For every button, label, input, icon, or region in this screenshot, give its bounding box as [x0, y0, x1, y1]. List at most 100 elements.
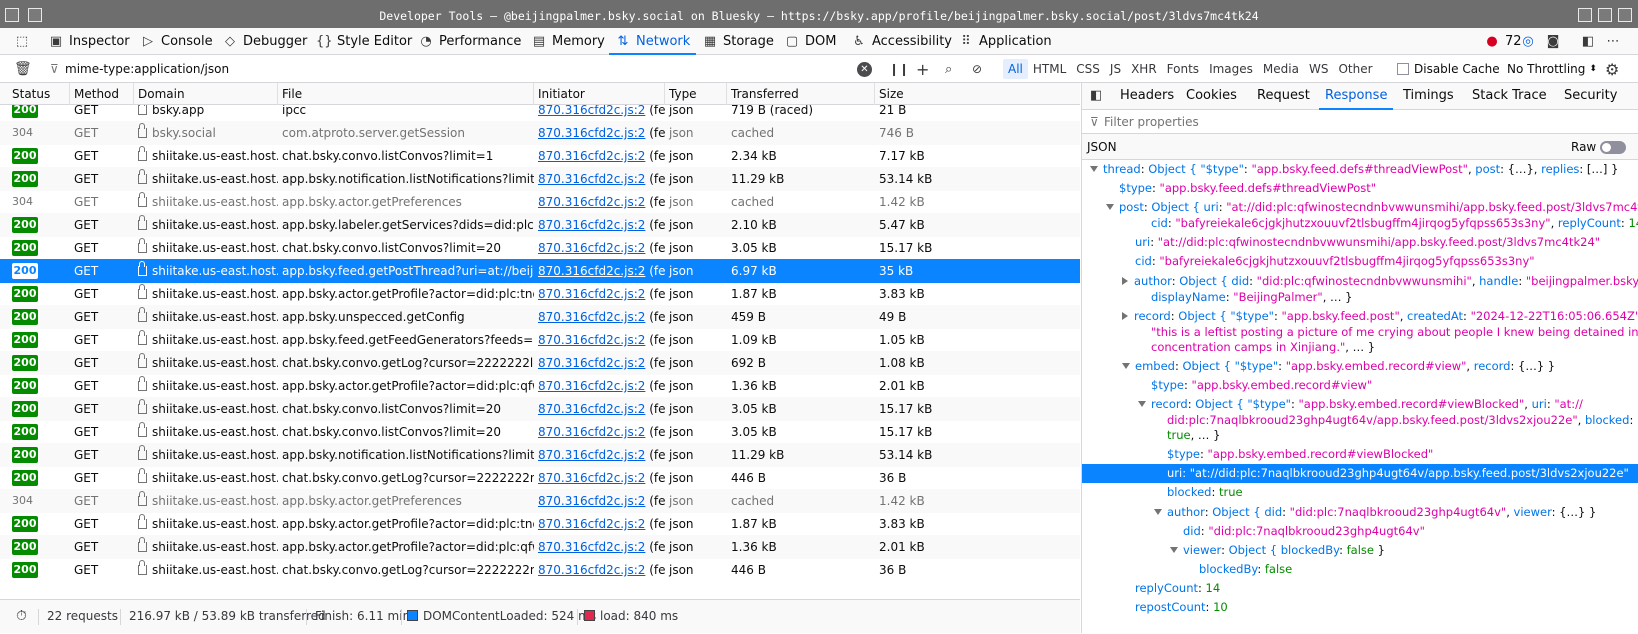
table-row[interactable]: 304 GET shiitake.us-east.host.... app.bsky.…: [0, 489, 1080, 513]
json-tree-row[interactable]: blockedBy: false: [1082, 560, 1638, 579]
type-filter-ws[interactable]: WS: [1304, 59, 1333, 79]
tab-style-editor[interactable]: {} Style Editor: [316, 28, 412, 55]
chevron-down-icon[interactable]: [1154, 509, 1162, 515]
json-tree-row[interactable]: concentration camps in Xinjiang.", … }: [1082, 338, 1638, 357]
tab-stack-trace[interactable]: Stack Trace: [1472, 83, 1547, 110]
table-row[interactable]: 200 GET shiitake.us-east.host.... chat.bsky…: [0, 397, 1080, 421]
performance-analysis-button[interactable]: ⏱: [16, 600, 27, 634]
type-filter-images[interactable]: Images: [1204, 59, 1258, 79]
tab-network[interactable]: ⇅ Network: [608, 28, 697, 55]
table-row[interactable]: 200 GET shiitake.us-east.host.... app.bsky.…: [0, 535, 1080, 559]
tab-accessibility[interactable]: ♿ Accessibility: [851, 28, 952, 55]
type-filter-html[interactable]: HTML: [1028, 59, 1071, 79]
tab-request[interactable]: Request: [1257, 83, 1310, 110]
initiator-link[interactable]: 870.316cfd2c.js:2: [538, 105, 645, 117]
tab-response[interactable]: Response: [1318, 83, 1394, 110]
more-options-button[interactable]: ⋯: [1605, 28, 1621, 55]
disable-cache-toggle[interactable]: Disable Cache: [1397, 55, 1500, 83]
tab-performance[interactable]: ◔ Performance: [418, 28, 521, 55]
chevron-down-icon[interactable]: [1090, 166, 1098, 172]
screenshot-button[interactable]: ◙: [1545, 28, 1561, 55]
json-tree-row[interactable]: true, … }: [1082, 426, 1638, 445]
json-tree-row[interactable]: blocked: true: [1082, 483, 1638, 502]
tab-memory[interactable]: ▤ Memory: [531, 28, 605, 55]
type-filter-js[interactable]: JS: [1105, 59, 1126, 79]
json-tree-row-selected[interactable]: uri: "at://did:plc:7naqlbkrooud23ghp4ugt…: [1082, 464, 1638, 483]
filter-properties[interactable]: ⊽ Filter properties: [1082, 110, 1638, 134]
maximize-button[interactable]: [1598, 8, 1612, 22]
tab-dom[interactable]: ▢ DOM: [784, 28, 837, 55]
initiator-link[interactable]: 870.316cfd2c.js:2: [538, 264, 645, 278]
json-tree-row[interactable]: embed: Object { "$type": "app.bsky.embed…: [1082, 357, 1638, 376]
json-tree-row[interactable]: author: Object { did: "did:plc:7naqlbkro…: [1082, 503, 1638, 522]
table-row[interactable]: 200 GET shiitake.us-east.host.... app.bsky.…: [0, 213, 1080, 237]
json-tree-row[interactable]: viewer: Object { blockedBy: false }: [1082, 541, 1638, 560]
table-row[interactable]: 200 GET shiitake.us-east.host.... app.bsky.…: [0, 305, 1080, 329]
initiator-link[interactable]: 870.316cfd2c.js:2: [538, 287, 645, 301]
tab-inspector[interactable]: ▣ Inspector: [48, 28, 130, 55]
search-button[interactable]: ⌕: [945, 55, 952, 83]
json-tree-row[interactable]: did: "did:plc:7naqlbkrooud23ghp4ugt64v": [1082, 522, 1638, 541]
chevron-down-icon[interactable]: [1170, 547, 1178, 553]
minimize-button[interactable]: [1578, 8, 1592, 22]
error-count[interactable]: ● 72: [1484, 28, 1521, 55]
network-settings-button[interactable]: ⚙: [1605, 55, 1619, 83]
initiator-link[interactable]: 870.316cfd2c.js:2: [538, 540, 645, 554]
add-request-button[interactable]: +: [916, 55, 929, 83]
initiator-link[interactable]: 870.316cfd2c.js:2: [538, 563, 645, 577]
dock-button[interactable]: ◧: [1580, 28, 1596, 55]
table-row[interactable]: 200 GET shiitake.us-east.host.... chat.bsky…: [0, 558, 1080, 582]
type-filter-media[interactable]: Media: [1258, 59, 1304, 79]
column-size[interactable]: Size: [875, 83, 1080, 105]
json-tree-row[interactable]: repostCount: 10: [1082, 598, 1638, 617]
column-domain[interactable]: Domain: [134, 83, 278, 105]
tab-headers[interactable]: Headers: [1120, 83, 1174, 110]
table-row[interactable]: 200 GET shiitake.us-east.host.... chat.bsky…: [0, 236, 1080, 260]
initiator-link[interactable]: 870.316cfd2c.js:2: [538, 333, 645, 347]
type-filter-fonts[interactable]: Fonts: [1162, 59, 1204, 79]
tab-security[interactable]: Security: [1564, 83, 1617, 110]
column-initiator[interactable]: Initiator: [534, 83, 665, 105]
table-row[interactable]: 200 GET shiitake.us-east.host.... chat.bsky…: [0, 466, 1080, 490]
table-row[interactable]: 200 GET shiitake.us-east.host.... chat.bsky…: [0, 351, 1080, 375]
initiator-link[interactable]: 870.316cfd2c.js:2: [538, 149, 645, 163]
tab-timings[interactable]: Timings: [1403, 83, 1454, 110]
chevron-right-icon[interactable]: [1122, 277, 1128, 285]
table-row[interactable]: 200 GET shiitake.us-east.host.... app.bsky.…: [0, 259, 1080, 283]
table-row[interactable]: 200 GET shiitake.us-east.host.... app.bsky.…: [0, 512, 1080, 536]
initiator-link[interactable]: 870.316cfd2c.js:2: [538, 517, 645, 531]
initiator-link[interactable]: 870.316cfd2c.js:2: [538, 402, 645, 416]
throttling-select[interactable]: No Throttling ⬍: [1507, 55, 1597, 83]
clear-button[interactable]: 🗑: [14, 55, 32, 83]
checkbox[interactable]: [1397, 63, 1409, 75]
json-tree-row[interactable]: $type: "app.bsky.feed.defs#threadViewPos…: [1082, 179, 1638, 198]
json-tree-row[interactable]: thread: Object { "$type": "app.bsky.feed…: [1082, 160, 1638, 179]
tab-console[interactable]: ▷ Console: [140, 28, 213, 55]
json-tree-row[interactable]: uri: "at://did:plc:qfwinostecndnbvwwunsm…: [1082, 233, 1638, 252]
table-row[interactable]: 304 GET bsky.social com.atproto.server.getS…: [0, 121, 1080, 145]
initiator-link[interactable]: 870.316cfd2c.js:2: [538, 448, 645, 462]
chevron-right-icon[interactable]: [1122, 312, 1128, 320]
tab-application[interactable]: ⠿ Application: [958, 28, 1051, 55]
column-file[interactable]: File: [278, 83, 534, 105]
clear-filter-button[interactable]: ✕: [857, 55, 872, 83]
initiator-link[interactable]: 870.316cfd2c.js:2: [538, 126, 645, 140]
json-tree-row[interactable]: cid: "bafyreiekale6cjgkjhutzxouuvf2tlsbu…: [1082, 214, 1638, 233]
tab-cookies[interactable]: Cookies: [1186, 83, 1237, 110]
column-status[interactable]: Status: [8, 83, 70, 105]
filter-properties-input[interactable]: Filter properties: [1104, 115, 1199, 129]
table-row[interactable]: 200 GET shiitake.us-east.host.... chat.bsky…: [0, 420, 1080, 444]
json-tree-row[interactable]: $type: "app.bsky.embed.record#viewBlocke…: [1082, 445, 1638, 464]
chevron-down-icon[interactable]: [1122, 363, 1130, 369]
block-button[interactable]: ⊘: [972, 55, 982, 83]
json-tree-row[interactable]: cid: "bafyreiekale6cjgkjhutzxouuvf2tlsbu…: [1082, 252, 1638, 271]
url-filter-input[interactable]: mime-type:application/json: [65, 55, 229, 83]
responsive-mode-button[interactable]: ◎: [1520, 28, 1536, 55]
toggle-sidebar-button[interactable]: ◧: [1090, 83, 1102, 110]
table-row[interactable]: 200 GET shiitake.us-east.host.... app.bsky.…: [0, 167, 1080, 191]
chevron-down-icon[interactable]: [1106, 204, 1114, 210]
initiator-link[interactable]: 870.316cfd2c.js:2: [538, 494, 645, 508]
chevron-down-icon[interactable]: [1138, 401, 1146, 407]
pick-element-button[interactable]: ⬚: [14, 28, 30, 55]
json-tree-row[interactable]: $type: "app.bsky.embed.record#view": [1082, 376, 1638, 395]
